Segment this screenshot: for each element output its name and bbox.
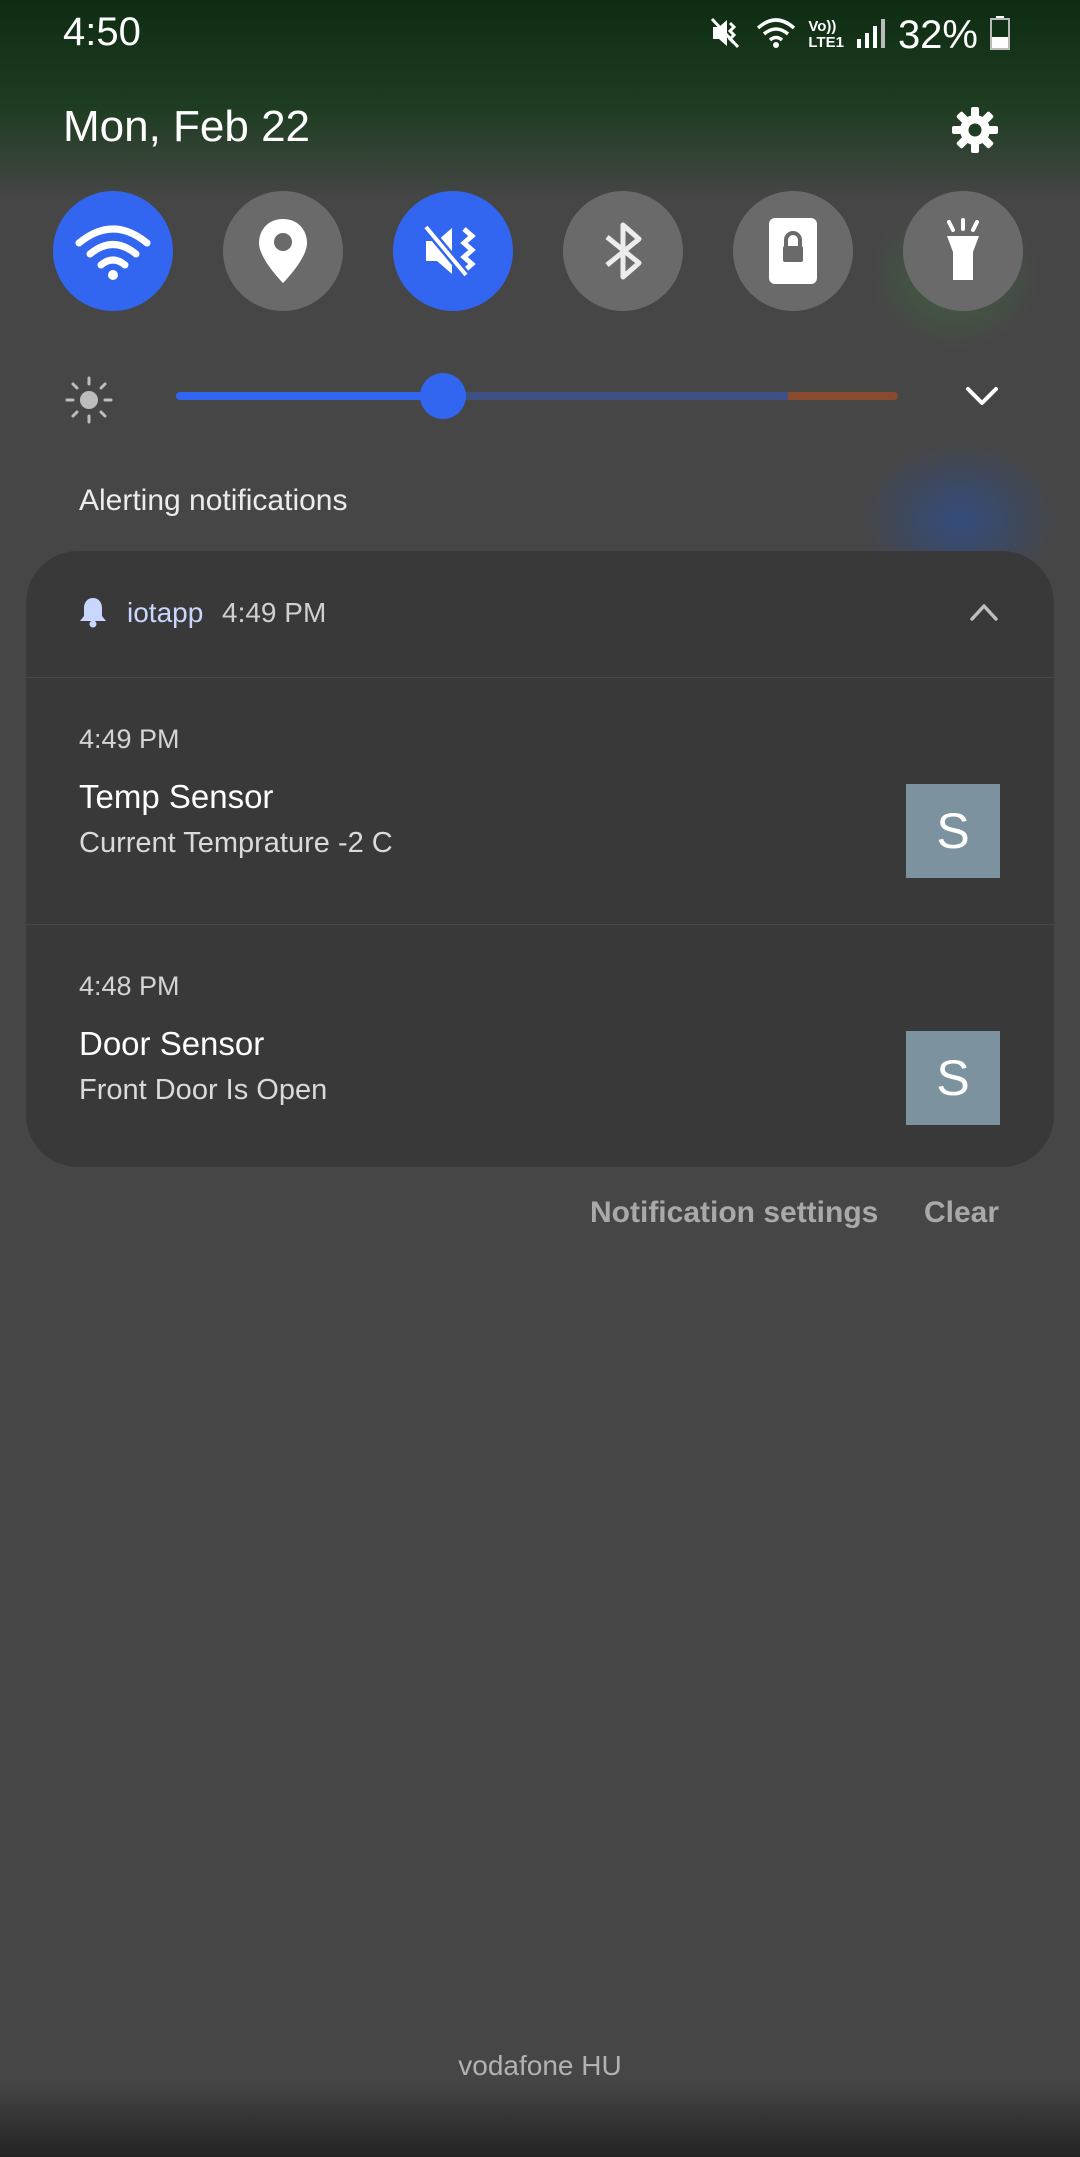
flashlight-toggle[interactable] bbox=[903, 191, 1023, 311]
group-time: 4:49 PM bbox=[222, 597, 327, 628]
bluetooth-toggle[interactable] bbox=[563, 191, 683, 311]
section-label-alerting: Alerting notifications bbox=[79, 484, 348, 517]
location-toggle[interactable] bbox=[223, 191, 343, 311]
brightness-warm-zone bbox=[788, 392, 898, 400]
battery-percent: 32% bbox=[897, 12, 978, 57]
wifi-icon bbox=[756, 16, 796, 55]
carrier-label: vodafone HU bbox=[458, 2050, 622, 2081]
notification-time: 4:49 PM bbox=[79, 724, 180, 754]
sound-toggle[interactable] bbox=[393, 191, 513, 311]
notification-title: Door Sensor bbox=[79, 1025, 265, 1062]
battery-icon bbox=[990, 15, 1010, 55]
status-time: 4:50 bbox=[63, 10, 141, 54]
notification-text: Current Temprature -2 C bbox=[79, 827, 393, 859]
sound-mute-icon bbox=[422, 224, 476, 278]
notification-title: Temp Sensor bbox=[79, 778, 274, 815]
notification-avatar: S bbox=[906, 1031, 1000, 1125]
gear-icon bbox=[952, 107, 998, 153]
bell-icon bbox=[80, 598, 106, 628]
notification-text: Front Door Is Open bbox=[79, 1074, 328, 1106]
notification-time: 4:48 PM bbox=[79, 971, 180, 1001]
brightness-fill bbox=[176, 392, 444, 400]
location-icon bbox=[259, 219, 307, 283]
wifi-icon bbox=[75, 225, 151, 280]
chevron-down-icon[interactable] bbox=[962, 378, 1002, 414]
volte-label: Vo)) bbox=[808, 18, 837, 35]
mute-vibrate-icon bbox=[708, 15, 744, 56]
clear-button[interactable]: Clear bbox=[924, 1196, 999, 1230]
navigation-area-shade bbox=[0, 2080, 1080, 2157]
brightness-icon bbox=[65, 376, 113, 424]
flashlight-icon bbox=[947, 218, 979, 280]
date-label: Mon, Feb 22 bbox=[63, 102, 311, 151]
notification-group-header[interactable]: iotapp 4:49 PM bbox=[26, 551, 1054, 678]
bluetooth-icon bbox=[605, 222, 642, 280]
notification-item[interactable]: 4:48 PM Door Sensor Front Door Is Open S bbox=[26, 925, 1054, 1167]
lte-label: LTE1 bbox=[808, 34, 844, 51]
notification-item[interactable]: 4:49 PM Temp Sensor Current Temprature -… bbox=[26, 678, 1054, 925]
notification-avatar: S bbox=[906, 784, 1000, 878]
notification-settings-button[interactable]: Notification settings bbox=[590, 1196, 878, 1230]
settings-button[interactable] bbox=[945, 100, 1005, 160]
chevron-up-icon[interactable] bbox=[969, 601, 999, 623]
wifi-toggle[interactable] bbox=[53, 191, 173, 311]
screen-lock-icon bbox=[769, 218, 817, 284]
status-icons: Vo)) LTE1 32% bbox=[708, 12, 1010, 58]
brightness-thumb[interactable] bbox=[420, 373, 467, 419]
screen-lock-toggle[interactable] bbox=[733, 191, 853, 311]
signal-icon bbox=[856, 17, 886, 54]
volte-icon: Vo)) LTE1 bbox=[808, 19, 844, 51]
quick-toggles bbox=[53, 191, 1023, 311]
app-name: iotapp bbox=[127, 597, 204, 628]
brightness-slider[interactable] bbox=[176, 373, 898, 419]
notification-group-card: iotapp 4:49 PM 4:49 PM Temp Sensor Curre… bbox=[26, 551, 1054, 1167]
